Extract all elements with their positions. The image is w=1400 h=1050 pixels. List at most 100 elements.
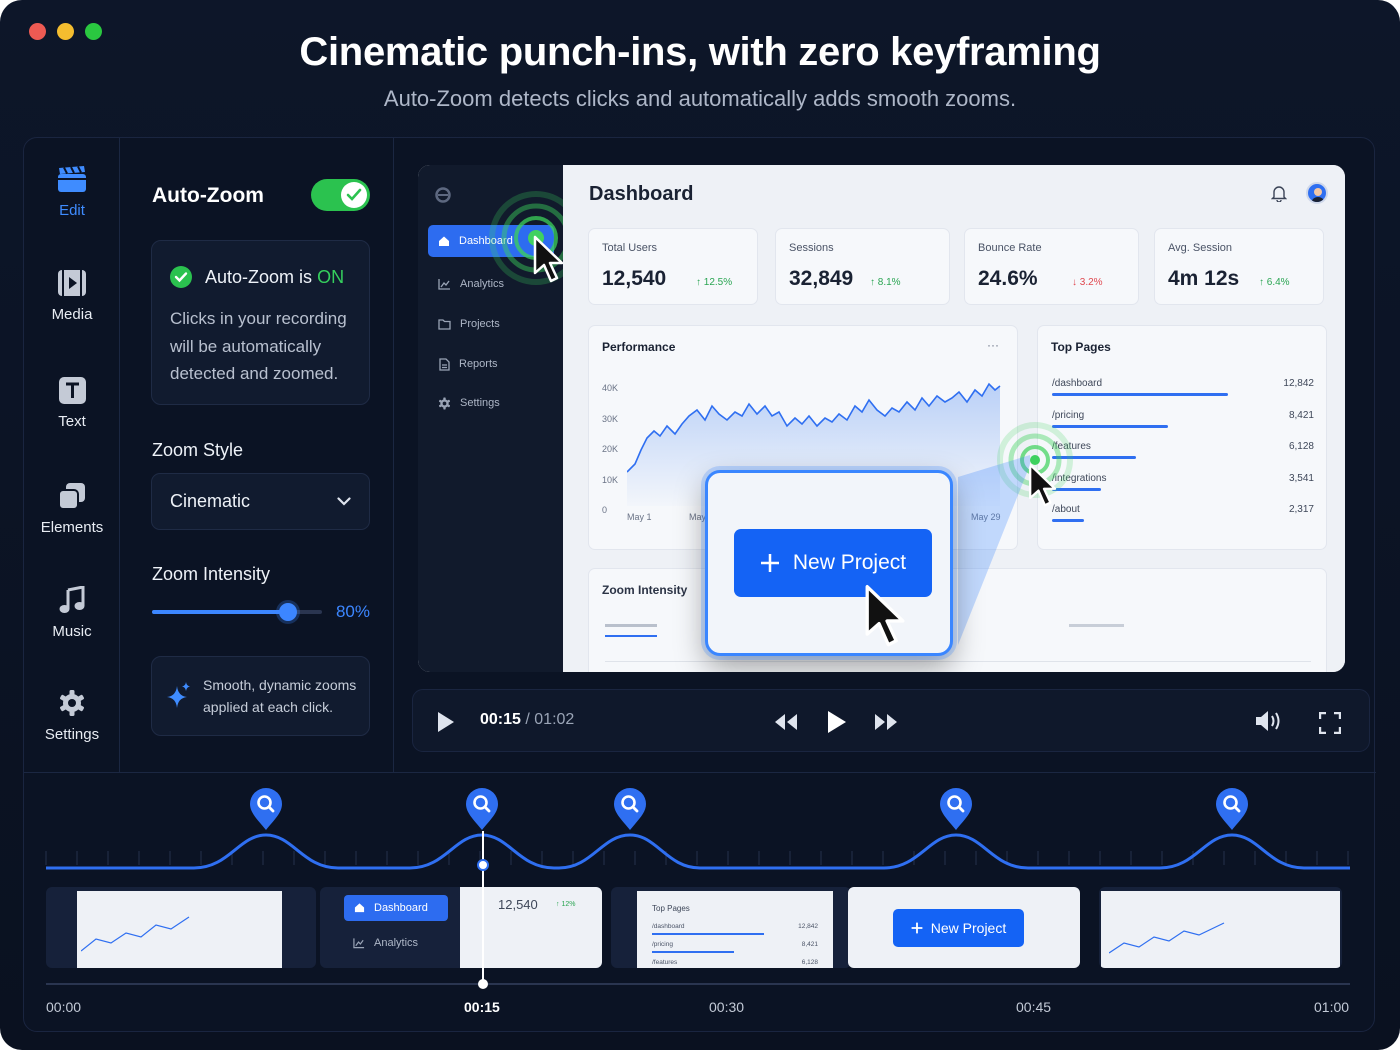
time-label: 00:00 bbox=[46, 999, 82, 1015]
clip-row-count: 12,842 bbox=[798, 923, 818, 930]
status-description: Clicks in your recording will be automat… bbox=[170, 309, 347, 383]
timeline-clip[interactable] bbox=[46, 887, 316, 968]
playhead-base[interactable] bbox=[478, 979, 488, 989]
elements-icon bbox=[57, 481, 87, 511]
volume-icon[interactable] bbox=[1255, 710, 1282, 732]
chart-icon bbox=[353, 938, 365, 949]
time-label: 00:15 bbox=[464, 999, 500, 1015]
zoom-curve bbox=[45, 833, 1350, 870]
magnifier-icon bbox=[1216, 788, 1248, 830]
zoom-intensity-slider[interactable] bbox=[152, 601, 322, 623]
clapperboard-icon bbox=[57, 164, 87, 194]
zoom-marker-pin[interactable] bbox=[248, 787, 284, 831]
rail-label-elements: Elements bbox=[40, 519, 104, 536]
clip-row-count: 8,421 bbox=[801, 941, 818, 948]
rail-label-text: Text bbox=[58, 413, 86, 430]
timeline-track bbox=[46, 983, 1350, 985]
zoom-style-value: Cinematic bbox=[170, 491, 251, 511]
timeline-clip[interactable]: New Project bbox=[848, 887, 1080, 968]
clip-value: 12,540 bbox=[498, 897, 538, 912]
clip-top-pages: Top Pages bbox=[652, 904, 690, 913]
rail-item-elements[interactable]: Elements bbox=[24, 481, 120, 536]
clip-row-bar bbox=[652, 951, 734, 953]
clip-thumbnail bbox=[1109, 922, 1225, 954]
timeline-clip[interactable]: Dashboard Analytics 12,540 ↑ 12% bbox=[320, 887, 602, 968]
rail-item-edit[interactable]: Edit bbox=[24, 164, 120, 219]
home-icon bbox=[354, 903, 365, 913]
slider-thumb[interactable] bbox=[279, 603, 297, 621]
video-preview[interactable]: Dashboard Analytics Projects Reports Set… bbox=[418, 165, 1345, 672]
clip-new-project-label: New Project bbox=[930, 920, 1007, 936]
clip-row: /dashboard 12,842 bbox=[652, 923, 818, 935]
plus-icon bbox=[760, 554, 779, 572]
tool-rail: Edit Media Text Elements Music Settings bbox=[24, 138, 120, 772]
playhead[interactable] bbox=[482, 831, 484, 985]
editor: Edit Media Text Elements Music Settings … bbox=[23, 137, 1376, 1033]
total-time: / 01:02 bbox=[525, 711, 575, 728]
clip-thumbnail bbox=[81, 916, 190, 952]
text-icon bbox=[57, 375, 87, 405]
chevron-down-icon bbox=[337, 497, 351, 506]
clip-row: /features 6,128 bbox=[652, 959, 818, 966]
tip-text: Smooth, dynamic zooms applied at each cl… bbox=[203, 677, 357, 715]
zoom-marker-pin[interactable] bbox=[464, 787, 500, 831]
clip-row-path: /features bbox=[652, 959, 678, 966]
film-icon bbox=[57, 268, 87, 298]
rail-item-media[interactable]: Media bbox=[24, 268, 120, 323]
music-note-icon bbox=[57, 585, 87, 615]
clip-row-count: 6,128 bbox=[801, 959, 818, 966]
current-time: 00:15 bbox=[480, 711, 521, 728]
checkmark-icon bbox=[341, 182, 367, 208]
status-heading: Auto-Zoom is ON bbox=[170, 266, 344, 288]
time-label: 00:45 bbox=[1016, 999, 1052, 1015]
fullscreen-icon[interactable] bbox=[1319, 712, 1341, 734]
play-icon[interactable] bbox=[827, 710, 847, 734]
clip-row-path: /pricing bbox=[652, 941, 673, 948]
rail-item-text[interactable]: Text bbox=[24, 375, 120, 430]
status-card: Auto-Zoom is ON Clicks in your recording… bbox=[151, 240, 370, 405]
timeline-clip[interactable] bbox=[1099, 887, 1342, 968]
zoom-marker-pin[interactable] bbox=[938, 787, 974, 831]
app-window: Cinematic punch-ins, with zero keyframin… bbox=[0, 0, 1400, 1050]
clip-row-bar bbox=[652, 933, 764, 935]
hero-subtitle: Auto-Zoom detects clicks and automatical… bbox=[383, 86, 1017, 111]
timeline[interactable]: Dashboard Analytics 12,540 ↑ 12% Top Pag… bbox=[24, 772, 1376, 1033]
plus-icon bbox=[911, 922, 923, 934]
fast-forward-icon[interactable] bbox=[874, 713, 898, 731]
clip-row: /pricing 8,421 bbox=[652, 941, 818, 953]
clip-row-path: /dashboard bbox=[652, 923, 685, 930]
auto-zoom-toggle[interactable] bbox=[311, 179, 370, 211]
rail-item-music[interactable]: Music bbox=[24, 585, 120, 640]
hero-title: Cinematic punch-ins, with zero keyframin… bbox=[299, 30, 1101, 74]
magnifier-icon bbox=[466, 788, 498, 830]
magnifier-icon bbox=[940, 788, 972, 830]
zoom-style-select[interactable]: Cinematic bbox=[151, 473, 370, 530]
zoom-intensity-value: 80% bbox=[335, 602, 370, 621]
play-icon[interactable] bbox=[437, 711, 455, 733]
rail-label-media: Media bbox=[51, 306, 93, 323]
tip-card: Smooth, dynamic zooms applied at each cl… bbox=[151, 656, 370, 736]
sparkle-icon bbox=[166, 681, 192, 714]
clip-new-project-button: New Project bbox=[893, 909, 1024, 947]
zoom-style-label: Zoom Style bbox=[152, 440, 244, 460]
time-label: 00:30 bbox=[709, 999, 745, 1015]
panel-title: Auto-Zoom bbox=[152, 184, 264, 207]
timeline-clip[interactable]: Top Pages /dashboard 12,842/pricing 8,421/… bbox=[611, 887, 851, 968]
playback-time: 00:15 / 01:02 bbox=[480, 711, 574, 729]
zoom-marker-pin[interactable] bbox=[612, 787, 648, 831]
status-prefix: Auto-Zoom is bbox=[205, 266, 313, 287]
zoom-marker-pin[interactable] bbox=[1214, 787, 1250, 831]
playhead-knob[interactable] bbox=[477, 859, 489, 871]
clip-delta: ↑ 12% bbox=[556, 901, 576, 908]
zoom-intensity-label: Zoom Intensity bbox=[152, 564, 271, 584]
rail-label-settings: Settings bbox=[44, 726, 100, 743]
rewind-icon[interactable] bbox=[774, 713, 798, 731]
magnifier-icon bbox=[614, 788, 646, 830]
new-project-label: New Project bbox=[792, 551, 907, 574]
rail-item-settings[interactable]: Settings bbox=[24, 688, 120, 743]
player-controls: 00:15 / 01:02 bbox=[412, 689, 1370, 752]
status-value: ON bbox=[317, 266, 345, 287]
auto-zoom-panel: Auto-Zoom Auto-Zoom is ON Clicks in your… bbox=[120, 138, 394, 772]
cursor-icon bbox=[865, 584, 905, 647]
time-label: 01:00 bbox=[1314, 999, 1350, 1015]
